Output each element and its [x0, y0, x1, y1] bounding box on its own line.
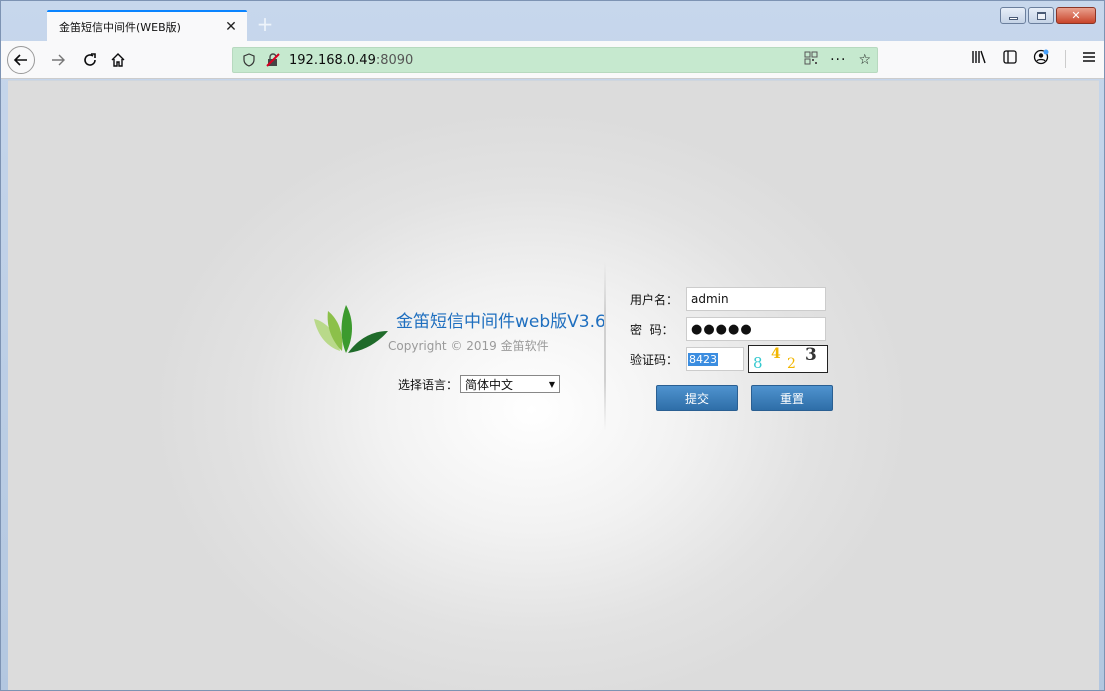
captcha-digit: 2: [787, 356, 796, 372]
forward-arrow-icon: [52, 54, 65, 66]
divider: [604, 261, 606, 431]
language-label: 选择语言：: [398, 377, 459, 392]
reload-icon: [84, 53, 96, 66]
language-selected-value: 简体中文: [465, 377, 514, 392]
browser-tab[interactable]: 金笛短信中间件(WEB版) ✕: [47, 10, 247, 41]
password-value: ●●●●●: [691, 321, 753, 337]
username-value: admin: [691, 292, 729, 306]
library-icon[interactable]: [971, 50, 987, 68]
password-label: 密 码：: [630, 322, 674, 337]
reset-button[interactable]: 重置: [751, 385, 833, 411]
minimize-icon: [1008, 16, 1018, 20]
tab-title: 金笛短信中间件(WEB版): [59, 20, 181, 34]
home-icon: [111, 53, 125, 67]
browser-window: 金笛短信中间件(WEB版) ✕ + ✕ 192.168.0.49:8090 ··…: [0, 0, 1105, 691]
sidebar-icon[interactable]: [1003, 50, 1017, 68]
captcha-digit: 3: [805, 345, 817, 365]
window-controls: ✕: [1000, 7, 1096, 24]
submit-button[interactable]: 提交: [656, 385, 738, 411]
reload-button[interactable]: [77, 47, 103, 73]
url-text[interactable]: 192.168.0.49:8090: [289, 53, 413, 68]
captcha-input[interactable]: 8423: [686, 347, 744, 371]
menu-icon[interactable]: [1082, 51, 1096, 67]
url-host: 192.168.0.49: [289, 52, 376, 68]
captcha-image[interactable]: 8 4 2 3: [748, 345, 828, 373]
captcha-value: 8423: [688, 352, 718, 366]
captcha-row: 验证码： 8423 8 4 2 3: [630, 345, 828, 373]
leaf-logo-icon: [314, 305, 388, 353]
close-window-button[interactable]: ✕: [1056, 7, 1096, 24]
bookmark-star-icon[interactable]: ☆: [858, 52, 871, 68]
page-content: 金笛短信中间件web版V3.6 Copyright © 2019 金笛软件 选择…: [8, 80, 1099, 690]
dropdown-arrow-icon: ▼: [548, 379, 556, 389]
brand-area: 金笛短信中间件web版V3.6 Copyright © 2019 金笛软件: [306, 301, 606, 381]
forward-button[interactable]: [45, 47, 71, 73]
shield-icon[interactable]: [241, 53, 257, 67]
maximize-button[interactable]: [1028, 7, 1054, 24]
tab-close-icon[interactable]: ✕: [221, 19, 241, 35]
password-row: 密 码： ●●●●●: [630, 317, 826, 341]
language-selector-row: 选择语言： 简体中文 ▼: [398, 375, 561, 393]
username-input[interactable]: admin: [686, 287, 826, 311]
insecure-lock-icon[interactable]: [265, 53, 281, 67]
captcha-digit: 8: [753, 354, 763, 372]
password-input[interactable]: ●●●●●: [686, 317, 826, 341]
close-icon: ✕: [1071, 9, 1081, 22]
new-tab-icon[interactable]: +: [253, 13, 277, 37]
tab-bar: 金笛短信中间件(WEB版) ✕ + ✕: [1, 1, 1104, 41]
home-button[interactable]: [105, 47, 131, 73]
username-row: 用户名： admin: [630, 287, 826, 311]
url-port: :8090: [375, 52, 414, 68]
account-icon[interactable]: [1033, 49, 1049, 69]
back-arrow-icon: [13, 54, 27, 66]
maximize-icon: [1036, 11, 1046, 20]
navigation-bar: 192.168.0.49:8090 ··· ☆: [1, 41, 1104, 79]
language-select[interactable]: 简体中文 ▼: [460, 375, 561, 393]
qr-code-icon[interactable]: [804, 51, 818, 69]
app-title: 金笛短信中间件web版V3.6: [396, 312, 606, 332]
minimize-button[interactable]: [1000, 7, 1026, 24]
page-actions-icon[interactable]: ···: [830, 52, 846, 68]
captcha-label: 验证码：: [630, 352, 679, 367]
url-bar[interactable]: 192.168.0.49:8090 ··· ☆: [232, 47, 878, 73]
copyright-text: Copyright © 2019 金笛软件: [388, 339, 549, 353]
back-button[interactable]: [7, 46, 35, 74]
captcha-digit: 4: [771, 346, 781, 362]
username-label: 用户名：: [630, 292, 679, 307]
